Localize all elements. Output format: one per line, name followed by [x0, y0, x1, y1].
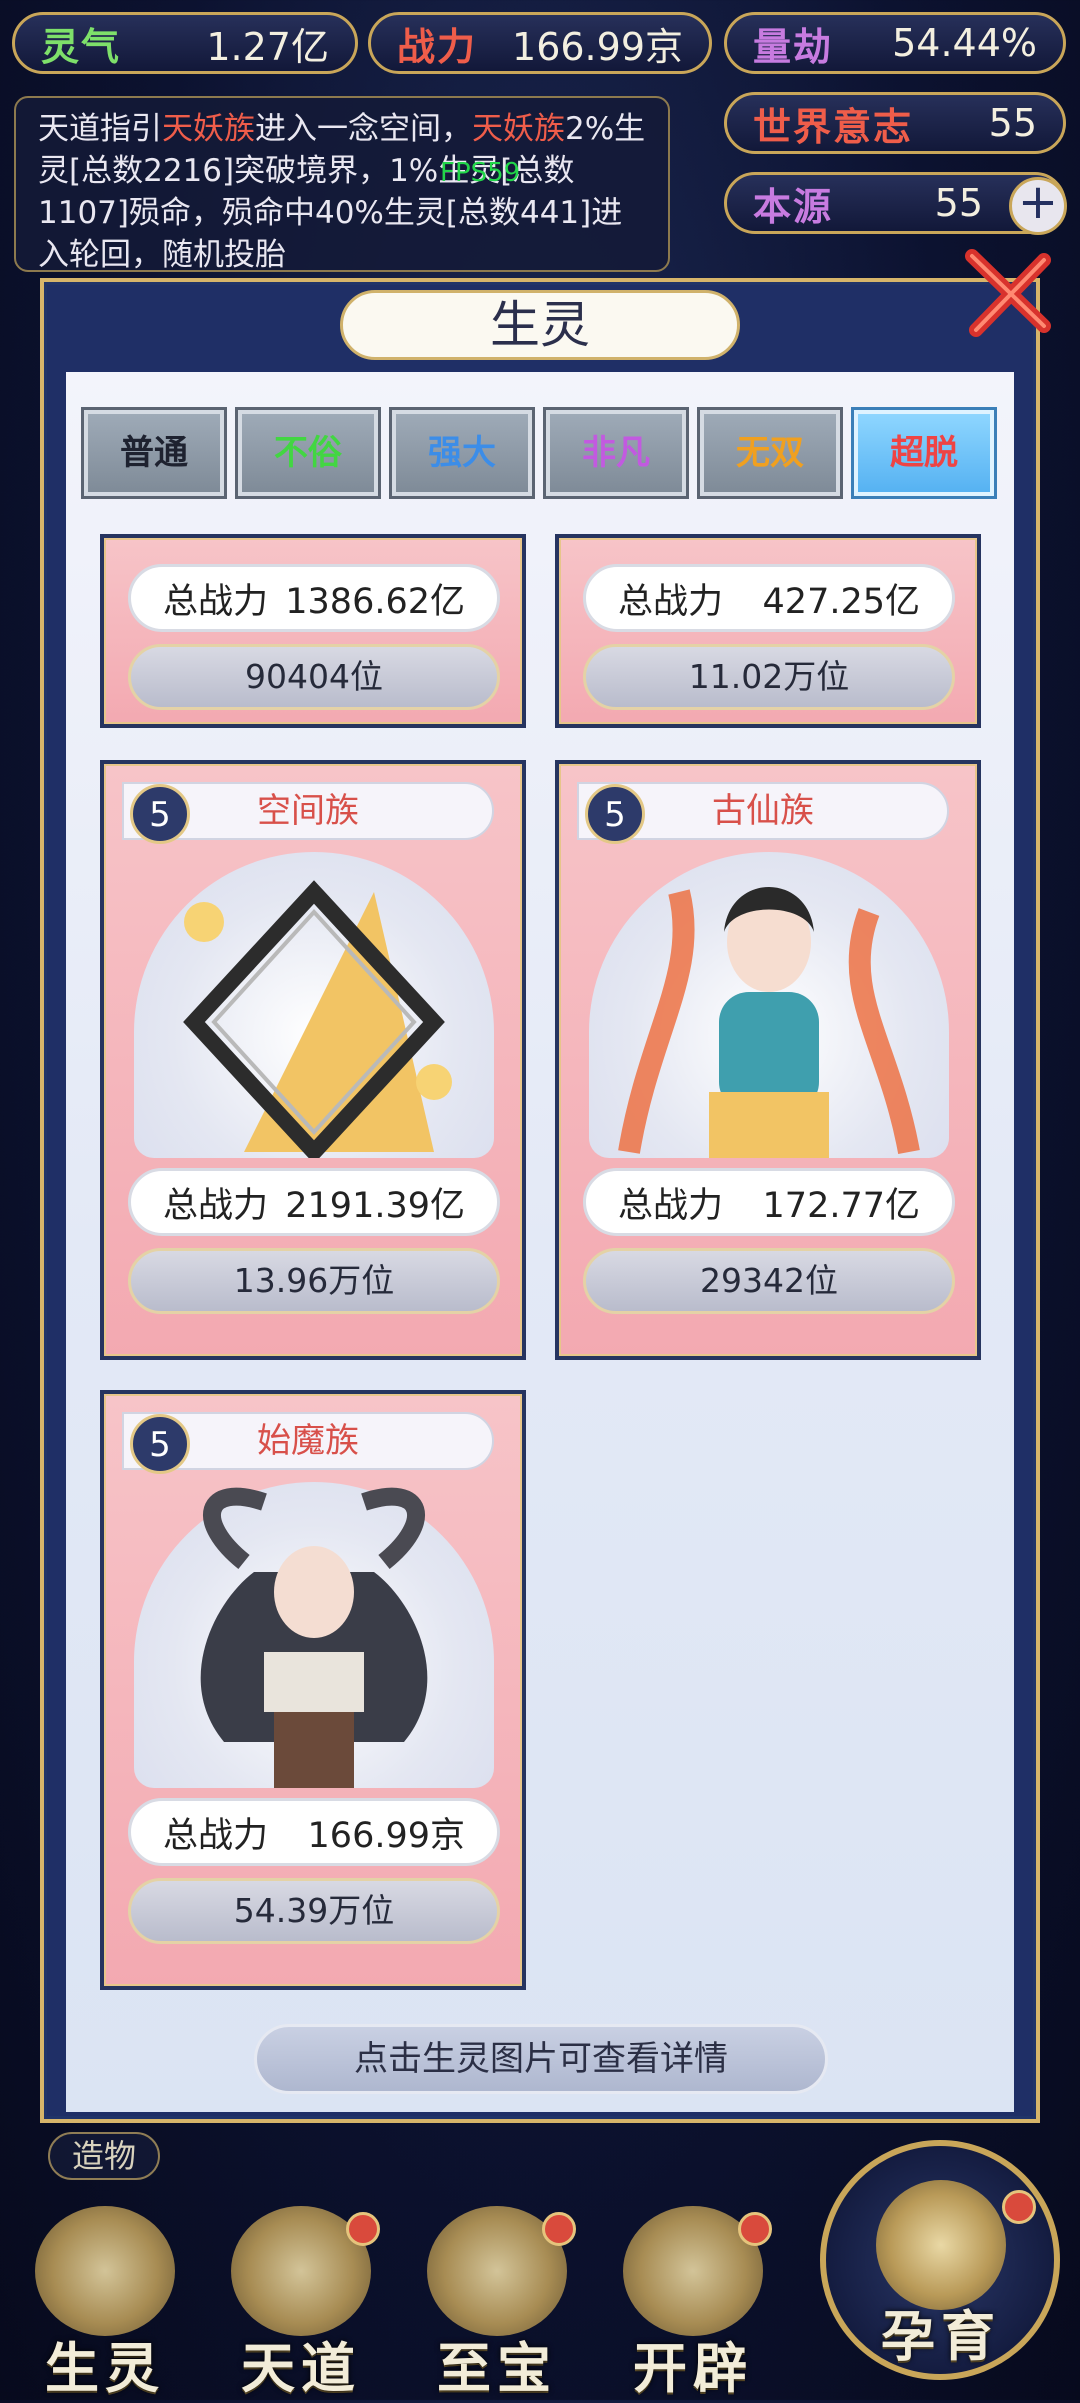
lingqi-value: 1.27亿	[206, 24, 329, 69]
creature-card[interactable]: 总战力 427.25亿 11.02万位	[555, 534, 981, 728]
total-power: 总战力 1386.62亿	[128, 564, 500, 632]
nav-genesis-label: 开辟	[633, 2337, 753, 2400]
zhanli-label: 战力	[397, 24, 478, 69]
rank-value: 13.96万位	[128, 1248, 500, 1314]
nav-treasure-label: 至宝	[437, 2337, 557, 2400]
liangjie-stat[interactable]: 量劫 54.44%	[724, 12, 1066, 74]
world-will-label: 世界意志	[753, 104, 914, 149]
total-power: 总战力 2191.39亿	[128, 1168, 500, 1236]
creation-label: 造物	[71, 2137, 136, 2175]
immortal-girl-portrait-icon	[618, 887, 920, 1158]
world-will-stat[interactable]: 世界意志 55	[724, 92, 1066, 154]
message-race2: 天妖族	[472, 111, 565, 147]
nav-treasure[interactable]: 至宝	[412, 2206, 582, 2400]
nav-creatures-label: 生灵	[45, 2337, 165, 2400]
power-label: 总战力	[163, 1185, 269, 1226]
rank-value: 54.39万位	[128, 1878, 500, 1944]
space-clan-emblem-icon	[183, 880, 452, 1164]
tab-strong[interactable]: 强大	[389, 407, 535, 499]
nav-heavenly-dao[interactable]: 天道	[216, 2206, 386, 2400]
creation-button[interactable]: 造物	[48, 2132, 160, 2180]
power-value: 2191.39亿	[285, 1185, 465, 1226]
message-race1: 天妖族	[162, 111, 255, 147]
creature-card-space-clan[interactable]: 空间族 5 总战力 2191.39亿 13.96万位	[100, 760, 526, 1360]
lingqi-label: 灵气	[41, 24, 122, 69]
origin-value: 55	[934, 181, 983, 225]
notification-dot	[738, 2212, 772, 2246]
tab-uncommon[interactable]: 不俗	[235, 407, 381, 499]
tab-transcendent[interactable]: 超脱	[851, 407, 997, 499]
world-will-value: 55	[988, 101, 1037, 145]
rank-value: 90404位	[128, 644, 500, 710]
total-power: 总战力 166.99京	[128, 1798, 500, 1866]
event-message: 天道指引天妖族进入一念空间，天妖族2%生灵[总数2216]突破境界，1%生灵[总…	[14, 96, 670, 273]
nav-heavenly-dao-label: 天道	[241, 2337, 361, 2400]
tab-extraordinary-label: 非凡	[582, 433, 650, 473]
nav-genesis[interactable]: 开辟	[608, 2206, 778, 2400]
power-value: 427.25亿	[762, 581, 920, 622]
tab-strong-label: 强大	[428, 433, 496, 473]
power-value: 166.99京	[307, 1815, 465, 1856]
creature-card-ancient-immortal-clan[interactable]: 古仙族 5 总战力 172.77亿 29342位	[555, 760, 981, 1360]
tab-normal[interactable]: 普通	[81, 407, 227, 499]
rank-value: 29342位	[583, 1248, 955, 1314]
nav-nurture[interactable]: 孕育	[820, 2140, 1060, 2380]
message-part1: 天道指引	[38, 111, 162, 147]
level-badge: 5	[585, 784, 645, 844]
zhanli-value: 166.99京	[512, 24, 683, 69]
tab-unrivaled-label: 无双	[736, 433, 804, 473]
tab-transcendent-label: 超脱	[890, 433, 958, 473]
details-hint: 点击生灵图片可查看详情	[254, 2024, 828, 2094]
modal-title: 生灵	[340, 290, 740, 360]
add-origin-button[interactable]: +	[1009, 177, 1067, 235]
total-power: 总战力 427.25亿	[583, 564, 955, 632]
creature-portrait[interactable]	[589, 852, 949, 1158]
power-label: 总战力	[163, 1815, 269, 1856]
rank-value: 11.02万位	[583, 644, 955, 710]
notification-dot	[346, 2212, 380, 2246]
origin-stat: 本源 55 +	[724, 172, 1067, 235]
creatures-icon	[35, 2206, 175, 2336]
origin-label: 本源	[753, 184, 834, 229]
nurture-icon	[876, 2180, 1006, 2310]
power-label: 总战力	[618, 581, 724, 622]
close-icon[interactable]	[962, 248, 1052, 338]
fps-counter: FPS59	[440, 158, 521, 188]
liangjie-label: 量劫	[753, 24, 834, 69]
nav-nurture-label: 孕育	[881, 2305, 1001, 2368]
power-label: 总战力	[163, 581, 269, 622]
zhanli-stat[interactable]: 战力 166.99京	[368, 12, 712, 74]
game-screen: { "stats": { "lingqi": {"label": "灵气", "…	[0, 0, 1080, 2400]
message-part2: 进入一念空间，	[255, 111, 472, 147]
liangjie-value: 54.44%	[892, 21, 1037, 65]
tab-uncommon-label: 不俗	[274, 433, 342, 473]
level-badge: 5	[130, 784, 190, 844]
level-badge: 5	[130, 1414, 190, 1474]
tab-extraordinary[interactable]: 非凡	[543, 407, 689, 499]
lingqi-stat[interactable]: 灵气 1.27亿	[12, 12, 358, 74]
creature-card[interactable]: 总战力 1386.62亿 90404位	[100, 534, 526, 728]
notification-dot	[1002, 2190, 1036, 2224]
creature-portrait[interactable]	[134, 852, 494, 1164]
nav-creatures[interactable]: 生灵	[20, 2206, 190, 2400]
tab-unrivaled[interactable]: 无双	[697, 407, 843, 499]
total-power: 总战力 172.77亿	[583, 1168, 955, 1236]
tab-normal-label: 普通	[120, 433, 188, 473]
demon-girl-portrait-icon	[200, 1487, 428, 1788]
creature-card-primal-demon-clan[interactable]: 始魔族 5 总战力 166.99京 54.39万位	[100, 1390, 526, 1990]
power-value: 1386.62亿	[285, 581, 465, 622]
notification-dot	[542, 2212, 576, 2246]
power-value: 172.77亿	[762, 1185, 920, 1226]
creature-portrait[interactable]	[134, 1482, 494, 1788]
power-label: 总战力	[618, 1185, 724, 1226]
